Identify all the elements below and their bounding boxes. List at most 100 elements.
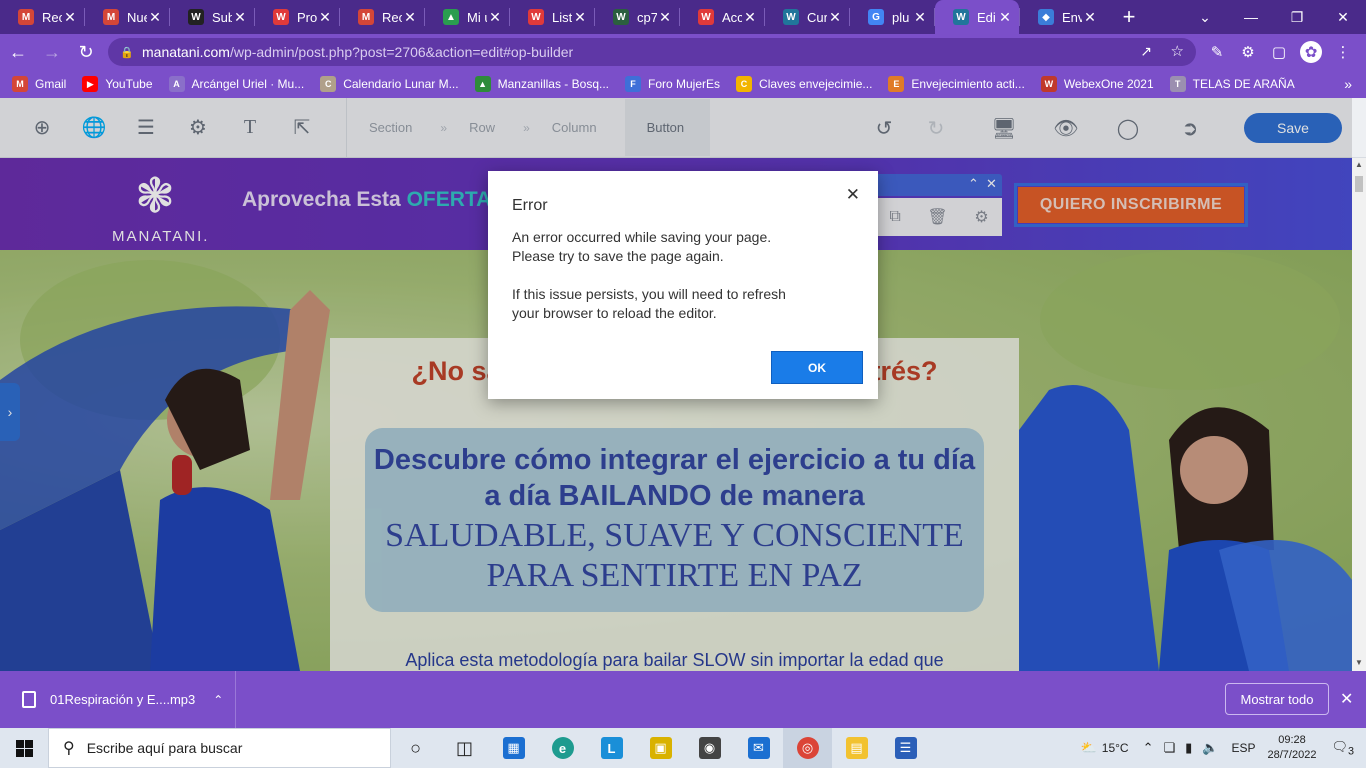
tab-label: Mi u: [467, 9, 487, 25]
close-window-button[interactable]: ✕: [1320, 0, 1366, 34]
tray-chevron-icon[interactable]: ⌃: [1143, 740, 1154, 756]
tab-close-icon[interactable]: ✕: [62, 9, 78, 26]
browser-tab[interactable]: M Rec ✕: [0, 0, 84, 34]
close-downloads-icon[interactable]: ✕: [1340, 689, 1353, 709]
task-view-icon[interactable]: ◫: [440, 728, 489, 768]
browser-tab[interactable]: ◆ Env ✕: [1020, 0, 1104, 34]
side-panel-icon[interactable]: ▢: [1268, 41, 1290, 63]
gmail-icon: M: [103, 9, 119, 25]
bookmark-item[interactable]: F Foro MujerEs: [625, 76, 720, 92]
browser-tab[interactable]: Wcp7 ✕: [595, 0, 679, 34]
browser-tab[interactable]: M Nue✕: [85, 0, 169, 34]
tab-close-icon[interactable]: ✕: [1082, 9, 1098, 26]
clock[interactable]: 09:28 28/7/2022: [1268, 733, 1317, 763]
edge-icon[interactable]: e: [538, 728, 587, 768]
chrome-icon[interactable]: ◎: [783, 728, 832, 768]
bookmark-item[interactable]: C Claves envejecimie...: [736, 76, 872, 92]
windows-taskbar: ⚲ Escribe aquí para buscar ○ ◫ ▦ e L ▣ ◉…: [0, 728, 1366, 768]
bookmark-item[interactable]: E Envejecimiento acti...: [888, 76, 1025, 92]
tab-label: cp7: [637, 9, 657, 25]
browser-tab[interactable]: W Cur ✕: [765, 0, 849, 34]
word-icon[interactable]: ☰: [881, 728, 930, 768]
scroll-down-icon[interactable]: ▼: [1355, 658, 1363, 667]
download-item[interactable]: 01Respiración y E....mp3 ⌃: [0, 671, 236, 728]
taskbar-search[interactable]: ⚲ Escribe aquí para buscar: [48, 728, 391, 768]
tab-close-icon[interactable]: ✕: [147, 9, 163, 26]
windows-start-icon[interactable]: [0, 728, 48, 768]
url-bar[interactable]: 🔒 manatani.com/wp-admin/post.php?post=27…: [108, 38, 1196, 66]
bookmark-favicon-icon: ▶: [82, 76, 99, 92]
browser-tab[interactable]: W Pro ✕: [255, 0, 339, 34]
new-tab-button[interactable]: +: [1114, 4, 1144, 30]
app-l-icon[interactable]: L: [587, 728, 636, 768]
bookmark-item[interactable]: ▶ YouTube: [82, 76, 153, 92]
bookmark-label: WebexOne 2021: [1063, 77, 1154, 91]
google-icon: G: [868, 9, 884, 25]
forward-button[interactable]: →: [36, 36, 68, 68]
browser-tab[interactable]: W Edi ✕: [935, 0, 1019, 34]
bookmark-label: Gmail: [35, 77, 67, 91]
tab-close-icon[interactable]: ✕: [572, 9, 588, 26]
scroll-thumb[interactable]: [1355, 176, 1363, 192]
browser-tab[interactable]: W List ✕: [510, 0, 594, 34]
browser-tab[interactable]: ▲ Mi u✕: [425, 0, 509, 34]
tab-close-icon[interactable]: ✕: [487, 9, 503, 26]
network-icon[interactable]: ❏: [1164, 740, 1176, 756]
mail-icon[interactable]: ✉: [734, 728, 783, 768]
show-all-button[interactable]: Mostrar todo: [1225, 683, 1329, 715]
battery-icon[interactable]: ▮: [1185, 740, 1192, 756]
bookmark-item[interactable]: W WebexOne 2021: [1040, 76, 1154, 92]
tab-close-icon[interactable]: ✕: [742, 9, 758, 26]
browser-tab[interactable]: M Rec ✕: [340, 0, 424, 34]
notifications-icon[interactable]: 🗨3: [1331, 739, 1354, 758]
chevron-up-icon[interactable]: ⌃: [213, 693, 223, 707]
bookmarks-bar: M Gmail ▶ YouTube A Arcángel Uriel · Mu... C Ca…: [0, 70, 1366, 98]
tab-close-icon[interactable]: ✕: [657, 9, 673, 26]
bookmark-item[interactable]: C Calendario Lunar M...: [320, 76, 459, 92]
dialog-close-icon[interactable]: ✕: [846, 185, 860, 205]
ok-button[interactable]: OK: [771, 351, 863, 384]
downloads-bar: 01Respiración y E....mp3 ⌃ Mostrar todo …: [0, 671, 1366, 728]
share-icon[interactable]: ↗: [1140, 43, 1152, 60]
tab-close-icon[interactable]: ✕: [912, 9, 928, 26]
reload-button[interactable]: ↻: [70, 36, 102, 68]
back-button[interactable]: ←: [2, 36, 34, 68]
bookmark-item[interactable]: M Gmail: [12, 76, 66, 92]
file-explorer-icon[interactable]: ▤: [832, 728, 881, 768]
tab-close-icon[interactable]: ✕: [827, 9, 843, 26]
minimize-button[interactable]: —: [1228, 0, 1274, 34]
cortana-icon[interactable]: ○: [391, 728, 440, 768]
browser-tab[interactable]: W Sub ✕: [170, 0, 254, 34]
language-indicator[interactable]: ESP: [1232, 741, 1256, 755]
dialog-message-2: If this issue persists, you will need to…: [512, 286, 786, 321]
extensions-puzzle-icon[interactable]: ⚙: [1237, 41, 1259, 63]
temperature[interactable]: 15°C: [1102, 741, 1129, 755]
taskbar-search-placeholder: Escribe aquí para buscar: [86, 740, 243, 756]
browser-menu-icon[interactable]: ⋮: [1332, 41, 1354, 63]
browser-tab[interactable]: Gplu ✕: [850, 0, 934, 34]
app-eye-icon[interactable]: ◉: [685, 728, 734, 768]
store-icon[interactable]: ▦: [489, 728, 538, 768]
bookmark-item[interactable]: ▲ Manzanillas - Bosq...: [474, 76, 609, 92]
tab-label: Env: [1062, 9, 1082, 25]
bookmarks-overflow-icon[interactable]: »: [1344, 76, 1352, 92]
restore-button[interactable]: ❐: [1274, 0, 1320, 34]
eyedropper-extension-icon[interactable]: ✎: [1206, 41, 1228, 63]
page-scrollbar[interactable]: ▲ ▼: [1352, 158, 1366, 671]
tab-close-icon[interactable]: ✕: [402, 9, 418, 26]
bookmark-star-icon[interactable]: ☆: [1171, 42, 1184, 60]
tab-search-chevron-icon[interactable]: ⌄: [1182, 0, 1228, 34]
bookmark-favicon-icon: E: [888, 76, 905, 92]
tab-close-icon[interactable]: ✕: [232, 9, 248, 26]
volume-icon[interactable]: 🔈: [1202, 740, 1218, 756]
tab-close-icon[interactable]: ✕: [997, 9, 1013, 26]
browser-tab[interactable]: W Acc ✕: [680, 0, 764, 34]
bookmark-item[interactable]: T TELAS DE ARAÑA: [1169, 76, 1295, 92]
app-yellow-icon[interactable]: ▣: [636, 728, 685, 768]
weather-icon[interactable]: ⛅: [1081, 740, 1097, 756]
gmail-icon: M: [18, 9, 34, 25]
bookmark-item[interactable]: A Arcángel Uriel · Mu...: [168, 76, 304, 92]
scroll-up-icon[interactable]: ▲: [1355, 160, 1363, 169]
tab-close-icon[interactable]: ✕: [317, 9, 333, 26]
profile-avatar-icon[interactable]: ✿: [1300, 41, 1322, 63]
